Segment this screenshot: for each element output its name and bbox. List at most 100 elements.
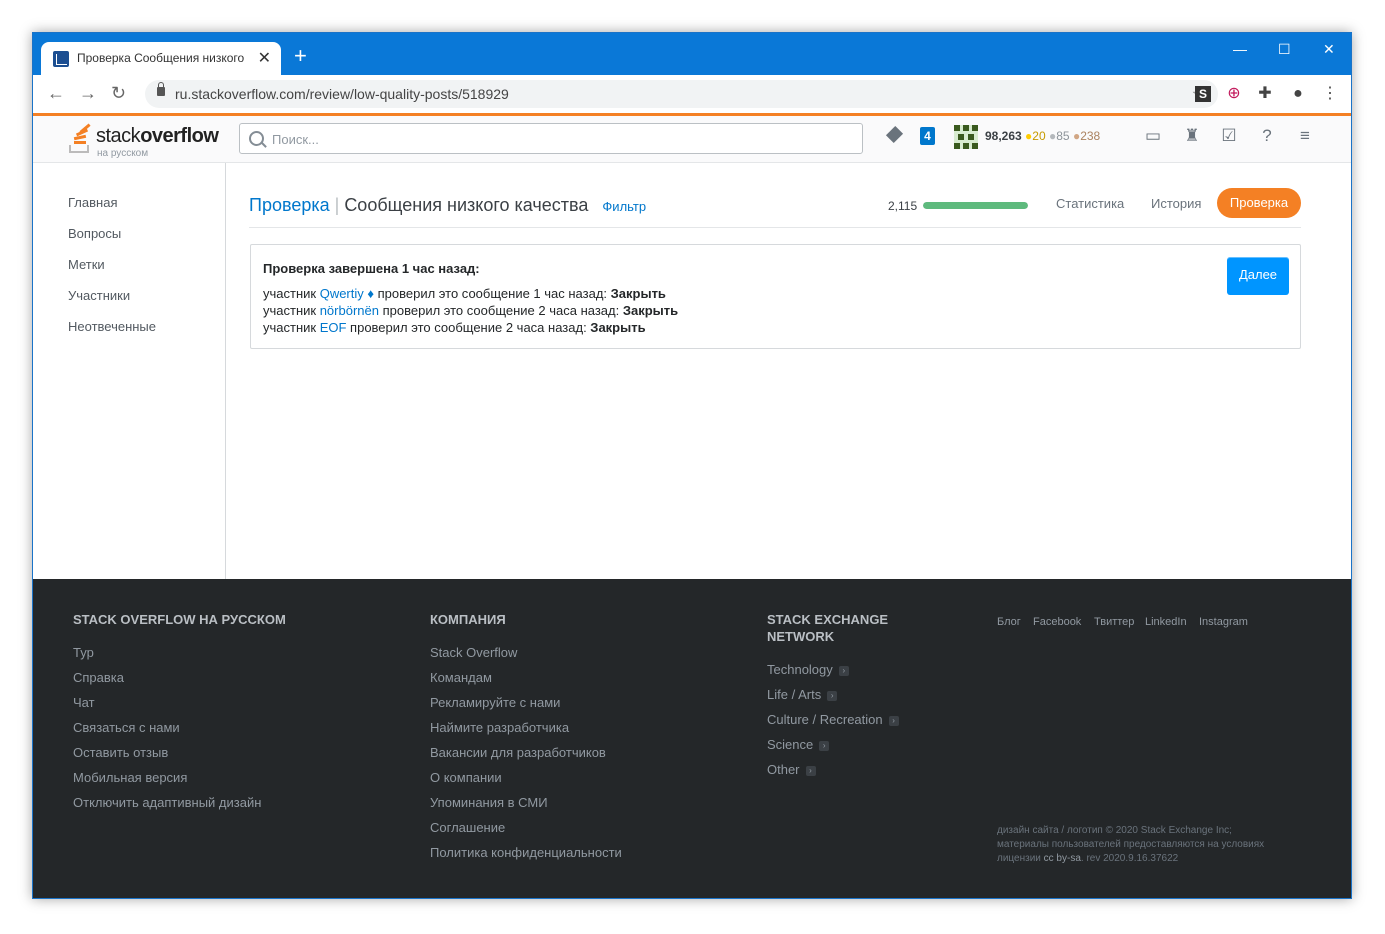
social-link-blog[interactable]: Блог — [997, 616, 1021, 628]
inbox-count-badge[interactable]: 4 — [920, 127, 935, 145]
footer-link[interactable]: Science › — [767, 737, 830, 752]
review-action: Закрыть — [622, 303, 679, 318]
moderator-diamond-icon[interactable] — [885, 125, 904, 144]
sidebar-item-home[interactable]: Главная — [68, 195, 117, 210]
footer-link[interactable]: Наймите разработчика — [430, 720, 569, 735]
footer-link[interactable]: Culture / Recreation › — [767, 712, 899, 727]
sidebar-item-tags[interactable]: Метки — [68, 257, 105, 272]
footer-link[interactable]: Technology › — [767, 662, 849, 677]
site-switcher-icon[interactable]: ≡ — [1295, 126, 1315, 146]
forward-icon[interactable]: → — [79, 83, 97, 104]
maximize-icon[interactable]: ☐ — [1278, 41, 1291, 58]
download-extension-icon[interactable]: ⊕ — [1224, 84, 1244, 104]
footer-link[interactable]: Связаться с нами — [73, 720, 180, 735]
footer-heading-site: STACK OVERFLOW НА РУССКОМ — [73, 612, 286, 627]
footer-link[interactable]: Other › — [767, 762, 816, 777]
footer-link[interactable]: Чат — [73, 695, 95, 710]
new-tab-button[interactable]: + — [294, 43, 307, 69]
footer-link[interactable]: Life / Arts › — [767, 687, 838, 702]
sidebar-item-users[interactable]: Участники — [68, 288, 130, 303]
achievements-trophy-icon[interactable]: ♜ — [1182, 126, 1202, 146]
social-link-twitter[interactable]: Твиттер — [1094, 616, 1134, 628]
review-progress-bar — [923, 202, 1028, 209]
footer-link[interactable]: Оставить отзыв — [73, 745, 168, 760]
extensions-puzzle-icon[interactable]: ✚ — [1255, 84, 1275, 104]
search-input[interactable]: Поиск... — [239, 123, 863, 154]
social-link-instagram[interactable]: Instagram — [1199, 616, 1248, 628]
avatar[interactable] — [954, 125, 978, 149]
reviewer-link[interactable]: nörbörnën — [320, 303, 379, 318]
footer-link[interactable]: Мобильная версия — [73, 770, 187, 785]
site-footer: STACK OVERFLOW НА РУССКОМ Тур Справка Ча… — [33, 579, 1351, 898]
logo-subtitle: на русском — [97, 148, 149, 159]
review-queue-icon[interactable]: ☑ — [1219, 126, 1239, 146]
review-result-card: Проверка завершена 1 час назад: участник… — [250, 244, 1301, 349]
footer-link[interactable]: Рекламируйте с нами — [430, 695, 560, 710]
reputation-value: 98,263 — [985, 129, 1022, 143]
left-sidebar: Главная Вопросы Метки Участники Неотвече… — [33, 163, 226, 579]
inbox-icon[interactable]: ▭ — [1143, 126, 1163, 146]
reload-icon[interactable]: ↻ — [111, 83, 126, 104]
close-window-icon[interactable]: ✕ — [1323, 41, 1335, 58]
footer-link[interactable]: О компании — [430, 770, 502, 785]
footer-link[interactable]: Политика конфиденциальности — [430, 845, 622, 860]
footer-link[interactable]: Командам — [430, 670, 492, 685]
footer-heading-company: КОМПАНИЯ — [430, 612, 506, 627]
license-link[interactable]: cc by-sa — [1044, 853, 1081, 864]
footer-link[interactable]: Тур — [73, 645, 94, 660]
chevron-right-icon: › — [838, 665, 849, 676]
review-action: Закрыть — [590, 320, 646, 335]
filter-link[interactable]: Фильтр — [602, 199, 646, 214]
url-text[interactable]: ru.stackoverflow.com/review/low-quality-… — [175, 86, 509, 102]
silver-count: 85 — [1056, 129, 1070, 143]
lock-icon[interactable] — [157, 82, 165, 96]
footer-link[interactable]: Stack Overflow — [430, 645, 517, 660]
review-entry: участник nörbörnën проверил это сообщени… — [263, 303, 679, 318]
tab-review-active[interactable]: Проверка — [1217, 188, 1301, 218]
chevron-right-icon: › — [805, 765, 816, 776]
close-tab-icon[interactable]: ✕ — [258, 48, 271, 68]
footer-link[interactable]: Соглашение — [430, 820, 505, 835]
chevron-right-icon: › — [827, 690, 838, 701]
footer-link[interactable]: Упоминания в СМИ — [430, 795, 548, 810]
breadcrumb: Проверка | Сообщения низкого качества Фильт… — [249, 195, 646, 216]
profile-icon[interactable]: ● — [1288, 84, 1308, 104]
social-link-facebook[interactable]: Facebook — [1033, 616, 1081, 628]
reviewer-link[interactable]: EOF — [320, 320, 347, 335]
footer-link[interactable]: Вакансии для разработчиков — [430, 745, 606, 760]
header-divider — [249, 227, 1301, 228]
search-placeholder: Поиск... — [272, 132, 319, 147]
review-action: Закрыть — [610, 286, 666, 301]
reviewer-link[interactable]: Qwertiy ♦ — [320, 286, 374, 301]
page-title: Сообщения низкого качества — [344, 195, 589, 215]
logo-wordmark: stackoverflow — [96, 125, 219, 147]
sidebar-item-questions[interactable]: Вопросы — [68, 226, 121, 241]
sidebar-item-unanswered[interactable]: Неотвеченные — [68, 319, 156, 334]
address-bar-row: ← → ↻ ru.stackoverflow.com/review/low-qu… — [33, 75, 1351, 113]
browser-tab[interactable]: Проверка Сообщения низкого ✕ — [41, 42, 281, 75]
review-count: 2,115 — [888, 199, 918, 213]
logo-stack-icon — [69, 123, 91, 153]
site-topbar: stackoverflow на русском Поиск... 4 98,2… — [33, 113, 1351, 163]
footer-link[interactable]: Отключить адаптивный дизайн — [73, 795, 261, 810]
help-icon[interactable]: ? — [1257, 126, 1277, 146]
stack-extension-icon[interactable]: S — [1195, 86, 1211, 102]
social-link-linkedin[interactable]: LinkedIn — [1145, 616, 1187, 628]
reputation-summary[interactable]: 98,263 ●20 ●85 ●238 — [985, 129, 1100, 143]
omnibox[interactable]: ru.stackoverflow.com/review/low-quality-… — [145, 80, 1218, 108]
search-icon — [249, 131, 264, 146]
minimize-icon[interactable]: — — [1233, 41, 1247, 57]
gold-count: 20 — [1032, 129, 1046, 143]
breadcrumb-review-link[interactable]: Проверка — [249, 195, 330, 215]
footer-link[interactable]: Справка — [73, 670, 124, 685]
browser-window: Проверка Сообщения низкого ✕ + — ☐ ✕ ← →… — [32, 32, 1352, 899]
breadcrumb-separator: | — [334, 195, 340, 215]
review-progress-fill — [923, 202, 1028, 209]
copyright-notice: дизайн сайта / логотип © 2020 Stack Exch… — [997, 825, 1265, 864]
back-icon[interactable]: ← — [47, 83, 65, 104]
review-completed-heading: Проверка завершена 1 час назад: — [263, 261, 480, 276]
next-button[interactable]: Далее — [1227, 257, 1289, 295]
tab-statistics[interactable]: Статистика — [1056, 196, 1124, 211]
tab-history[interactable]: История — [1151, 196, 1201, 211]
menu-kebab-icon[interactable]: ⋮ — [1320, 84, 1340, 104]
